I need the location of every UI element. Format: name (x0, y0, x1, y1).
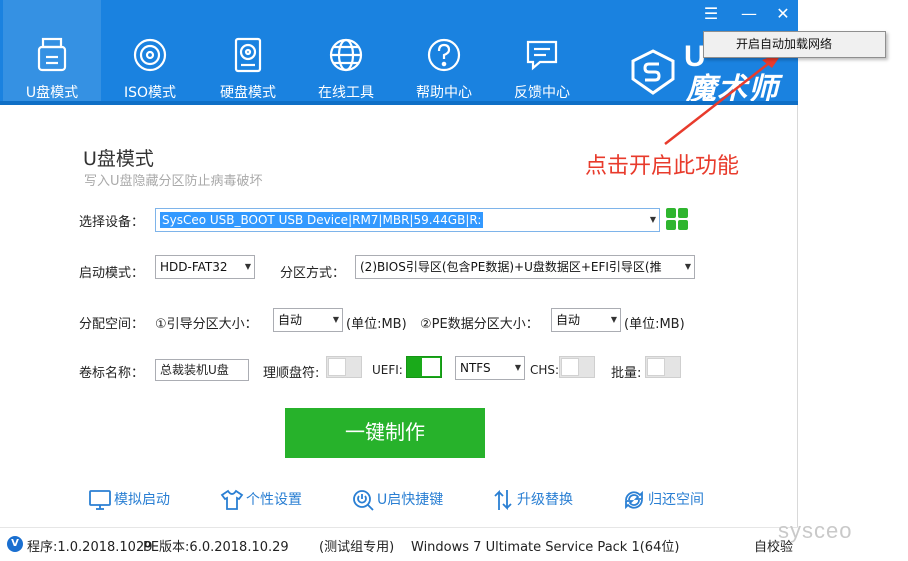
tab-online-tools[interactable]: 在线工具 (297, 0, 395, 105)
toggle-knob (422, 358, 440, 376)
filesystem-select[interactable]: NTFS ▼ (455, 356, 525, 380)
minimize-button[interactable]: — (738, 4, 760, 24)
pe-size-select[interactable]: 自动 ▼ (551, 308, 621, 332)
tab-feedback-center-label: 反馈中心 (514, 85, 570, 101)
help-icon (427, 38, 461, 72)
close-button[interactable]: ✕ (772, 4, 794, 24)
tool-simulate-boot-label: 模拟启动 (114, 492, 170, 508)
context-menu: 开启自动加载网络 (703, 31, 886, 58)
chs-toggle[interactable] (559, 356, 595, 378)
pe-size-label: ②PE数据分区大小： (420, 317, 539, 332)
menu-button[interactable]: ☰ (700, 4, 722, 24)
os-info: Windows 7 Ultimate Service Pack 1(64位) (411, 540, 680, 555)
drive-letter-toggle[interactable] (326, 356, 362, 378)
partition-select[interactable]: (2)BIOS引导区(包含PE数据)+U盘数据区+EFI引导区(推 ▼ (355, 255, 695, 279)
chevron-down-icon: ▼ (514, 363, 521, 372)
tool-simulate-boot[interactable]: 模拟启动 (88, 487, 188, 513)
device-select-value: SysCeo USB_BOOT USB Device|RM7|MBR|59.44… (160, 212, 484, 228)
tab-hdd-mode-label: 硬盘模式 (220, 85, 276, 101)
chevron-down-icon: ▼ (649, 215, 656, 224)
annotation-text: 点击开启此功能 (585, 154, 740, 179)
unit-label-1: (单位:MB) (346, 317, 407, 332)
tool-upgrade-replace[interactable]: 升级替换 (491, 487, 591, 513)
boot-mode-select[interactable]: HDD-FAT32 ▼ (155, 255, 255, 279)
filesystem-value: NTFS (460, 361, 491, 375)
boot-mode-label: 启动模式： (79, 266, 145, 281)
uefi-toggle[interactable] (406, 356, 442, 378)
toggle-knob (561, 358, 579, 376)
brand-name: 魔术师 (686, 72, 779, 105)
shirt-icon (220, 489, 244, 510)
volume-input[interactable]: 总裁装机U盘 (155, 359, 249, 381)
tool-return-space[interactable]: 归还空间 (622, 487, 722, 513)
partition-label: 分区方式： (280, 266, 346, 281)
boot-size-value: 自动 (278, 313, 303, 327)
menu-item-auto-load-network[interactable]: 开启自动加载网络 (736, 37, 832, 51)
boot-size-label: ①引导分区大小： (155, 317, 258, 332)
batch-toggle[interactable] (645, 356, 681, 378)
pe-size-value: 自动 (556, 313, 581, 327)
tool-upgrade-replace-label: 升级替换 (517, 492, 573, 508)
hard-disk-icon (234, 37, 262, 73)
usb-drive-icon (37, 37, 67, 72)
test-group-note: (测试组专用) (319, 540, 395, 555)
chevron-down-icon: ▼ (682, 256, 691, 278)
chevron-down-icon: ▼ (332, 315, 339, 324)
boot-mode-value: HDD-FAT32 (160, 260, 228, 274)
tab-online-tools-label: 在线工具 (318, 85, 374, 101)
tab-help-center[interactable]: 帮助中心 (395, 0, 493, 105)
batch-label: 批量: (611, 366, 642, 381)
device-select[interactable]: SysCeo USB_BOOT USB Device|RM7|MBR|59.44… (155, 208, 660, 232)
alloc-label: 分配空间： (79, 317, 145, 332)
pe-version: PE版本:6.0.2018.10.29 (143, 540, 289, 555)
toggle-knob (328, 358, 346, 376)
partition-value: (2)BIOS引导区(包含PE数据)+U盘数据区+EFI引导区(推 (360, 260, 662, 274)
chevron-down-icon: ▼ (244, 262, 251, 271)
tab-help-center-label: 帮助中心 (416, 85, 472, 101)
status-bar: V 程序:1.0.2018.1029 PE版本:6.0.2018.10.29 (… (0, 527, 798, 561)
tab-iso-mode[interactable]: ISO模式 (101, 0, 199, 105)
app-window: U盘模式 ISO模式 硬盘模式 在线工具 帮助中心 反馈中心 ☰ — ✕ U 魔… (0, 0, 798, 561)
tool-personal-settings[interactable]: 个性设置 (220, 487, 320, 513)
tool-u-hotkeys[interactable]: U启快捷键 (351, 487, 451, 513)
chevron-down-icon: ▼ (610, 315, 617, 324)
upgrade-arrows-icon (494, 489, 512, 511)
refresh-icon (625, 490, 643, 510)
tab-hdd-mode[interactable]: 硬盘模式 (199, 0, 297, 105)
power-search-icon (353, 490, 374, 511)
device-label: 选择设备： (79, 215, 145, 230)
tool-return-space-label: 归还空间 (648, 492, 704, 508)
feedback-icon (526, 40, 558, 71)
volume-label: 卷标名称： (79, 366, 145, 381)
one-click-make-button[interactable]: 一键制作 (285, 408, 485, 458)
drive-letter-label: 理顺盘符: (263, 366, 320, 381)
boot-size-select[interactable]: 自动 ▼ (273, 308, 343, 332)
watermark: sysceo (778, 518, 853, 543)
disc-icon (133, 38, 167, 72)
globe-icon (329, 38, 363, 72)
monitor-icon (89, 490, 111, 510)
tool-personal-settings-label: 个性设置 (246, 492, 302, 508)
chs-label: CHS: (530, 363, 560, 377)
unit-label-2: (单位:MB) (624, 317, 685, 332)
top-navigation-bar: U盘模式 ISO模式 硬盘模式 在线工具 帮助中心 反馈中心 ☰ — ✕ U 魔… (0, 0, 798, 105)
grid-apps-icon[interactable] (665, 207, 689, 231)
tab-iso-mode-label: ISO模式 (123, 85, 177, 101)
tab-feedback-center[interactable]: 反馈中心 (493, 0, 591, 105)
page-title: U盘模式 (83, 148, 154, 170)
program-version: 程序:1.0.2018.1029 (27, 540, 153, 555)
toggle-knob (647, 358, 665, 376)
version-badge-icon: V (7, 536, 23, 552)
brand-shield-icon (631, 49, 675, 95)
tool-u-hotkeys-label: U启快捷键 (377, 492, 444, 508)
page-subtitle: 写入U盘隐藏分区防止病毒破坏 (84, 174, 263, 189)
tab-usb-mode[interactable]: U盘模式 (3, 0, 101, 105)
tab-usb-mode-label: U盘模式 (25, 85, 79, 101)
uefi-label: UEFI: (372, 363, 403, 377)
